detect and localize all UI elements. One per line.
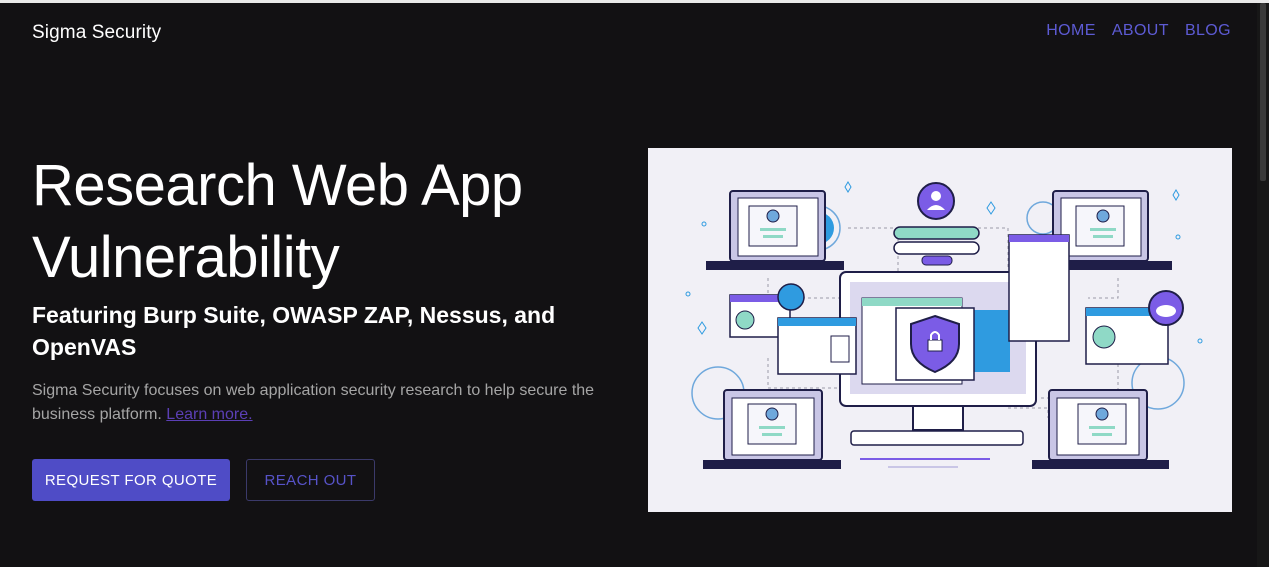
nav-about-link[interactable]: ABOUT bbox=[1112, 22, 1169, 40]
reach-out-button[interactable]: REACH OUT bbox=[246, 459, 375, 501]
page-scrollbar[interactable] bbox=[1257, 3, 1269, 567]
central-monitor bbox=[839, 271, 1037, 468]
brand-logo-text[interactable]: Sigma Security bbox=[32, 22, 161, 44]
nav-home-link[interactable]: HOME bbox=[1046, 22, 1096, 40]
hero-title-line-1: Research Web App bbox=[32, 153, 523, 218]
hero-title-line-2: Vulnerability bbox=[32, 225, 340, 290]
scrollbar-thumb[interactable] bbox=[1260, 3, 1266, 181]
login-widget bbox=[893, 182, 980, 266]
laptop-top-left bbox=[706, 190, 844, 270]
learn-more-link[interactable]: Learn more. bbox=[166, 406, 252, 423]
network-security-graphic bbox=[685, 181, 1203, 469]
security-illustration bbox=[648, 148, 1232, 512]
hero-description-text: Sigma Security focuses on web applicatio… bbox=[32, 382, 595, 423]
laptop-bottom-left bbox=[703, 389, 841, 469]
nav-blog-link[interactable]: BLOG bbox=[1185, 22, 1231, 40]
request-quote-button[interactable]: REQUEST FOR QUOTE bbox=[32, 459, 230, 501]
hero-title: Research Web App Vulnerability bbox=[32, 150, 632, 294]
globe-icon bbox=[777, 283, 805, 311]
laptop-bottom-right bbox=[1032, 389, 1169, 469]
main-nav: HOME ABOUT BLOG bbox=[1046, 22, 1231, 40]
hero-subtitle: Featuring Burp Suite, OWASP ZAP, Nessus,… bbox=[32, 302, 556, 360]
hero-description: Sigma Security focuses on web applicatio… bbox=[32, 379, 632, 427]
lock-icon bbox=[927, 339, 943, 352]
site-header: Sigma Security HOME ABOUT BLOG bbox=[0, 3, 1257, 59]
left-panel bbox=[729, 283, 857, 375]
